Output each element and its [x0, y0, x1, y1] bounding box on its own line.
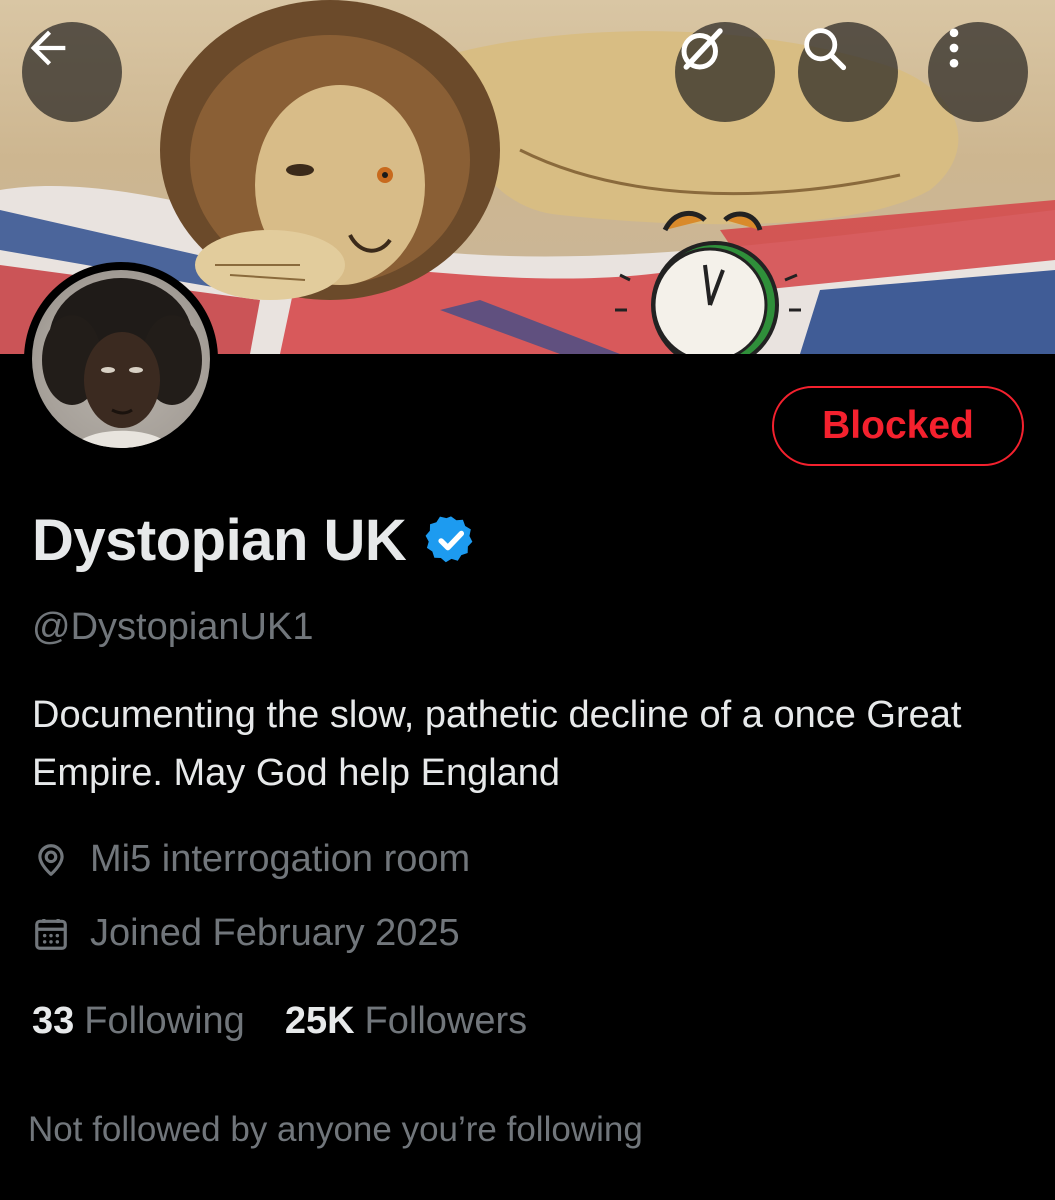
- more-vertical-icon: [949, 28, 959, 68]
- profile-location: Mi5 interrogation room: [32, 838, 470, 881]
- display-name: Dystopian UK: [32, 507, 407, 573]
- profile-handle: @DystopianUK1: [32, 606, 314, 648]
- more-options-button[interactable]: [928, 22, 1028, 122]
- profile-name-row: Dystopian UK: [32, 500, 478, 580]
- avatar-image: [32, 270, 210, 448]
- grok-slash-icon: [681, 28, 723, 70]
- verified-badge-icon[interactable]: [424, 513, 478, 567]
- profile-page: Blocked Dystopian UK @DystopianUK1 Docum…: [0, 0, 1055, 1200]
- location-pin-icon: [38, 843, 64, 876]
- followers-count: 25K: [284, 1000, 355, 1042]
- arrow-left-icon: [30, 30, 66, 66]
- social-context-text: Not followed by anyone you’re following: [28, 1110, 643, 1149]
- following-label: Following: [84, 1000, 245, 1042]
- following-count: 33: [32, 1000, 75, 1042]
- search-button[interactable]: [798, 22, 898, 122]
- calendar-icon: [35, 918, 67, 950]
- avatar[interactable]: [24, 262, 218, 456]
- joined-text: Joined February 2025: [90, 912, 460, 954]
- followers-label: Followers: [364, 1000, 528, 1042]
- following-link[interactable]: 33 Following: [32, 1000, 245, 1043]
- blocked-button[interactable]: Blocked: [772, 386, 1024, 466]
- blocked-button-label: Blocked: [822, 404, 974, 447]
- grok-button[interactable]: [675, 22, 775, 122]
- profile-stats: 33 Following 25K Followers: [32, 1000, 567, 1043]
- back-button[interactable]: [22, 22, 122, 122]
- location-text: Mi5 interrogation room: [90, 838, 471, 880]
- followers-link[interactable]: 25K Followers: [285, 1000, 527, 1043]
- search-icon: [804, 28, 847, 71]
- profile-bio: Documenting the slow, pathetic decline o…: [32, 694, 962, 794]
- profile-joined: Joined February 2025: [32, 912, 460, 955]
